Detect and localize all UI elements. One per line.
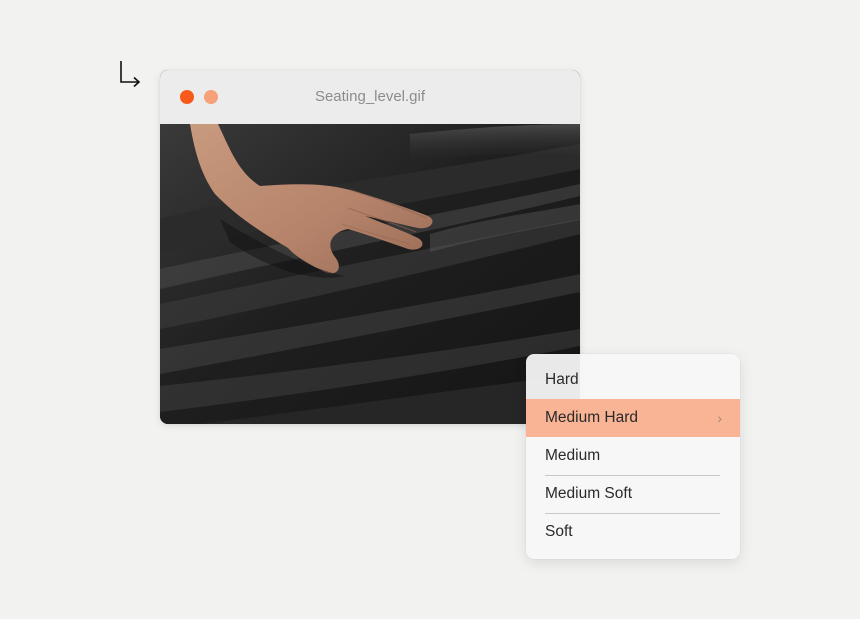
- seating-level-context-menu: Hard Medium Hard › Medium Medium Soft So…: [526, 354, 740, 559]
- window-titlebar[interactable]: Seating_level.gif: [160, 70, 580, 124]
- menu-item-label: Soft: [545, 523, 573, 540]
- menu-item-hard[interactable]: Hard: [526, 361, 740, 399]
- gif-preview-image: [160, 124, 580, 424]
- menu-item-label: Medium: [545, 447, 601, 464]
- menu-item-soft[interactable]: Soft: [526, 513, 740, 551]
- window-title: Seating_level.gif: [314, 88, 426, 105]
- menu-item-medium[interactable]: Medium: [526, 437, 740, 475]
- image-preview-window: Seating_level.gif: [160, 70, 580, 424]
- menu-item-label: Medium Soft: [545, 485, 633, 502]
- menu-item-label: Medium Hard: [545, 409, 639, 426]
- corner-down-right-arrow-icon: [120, 61, 141, 88]
- menu-item-medium-soft[interactable]: Medium Soft: [526, 475, 740, 513]
- hand-on-leather-seat-image: [160, 124, 580, 424]
- menu-item-medium-hard[interactable]: Medium Hard ›: [526, 399, 740, 437]
- chevron-right-icon: ›: [717, 410, 722, 426]
- menu-item-label: Hard: [545, 371, 579, 388]
